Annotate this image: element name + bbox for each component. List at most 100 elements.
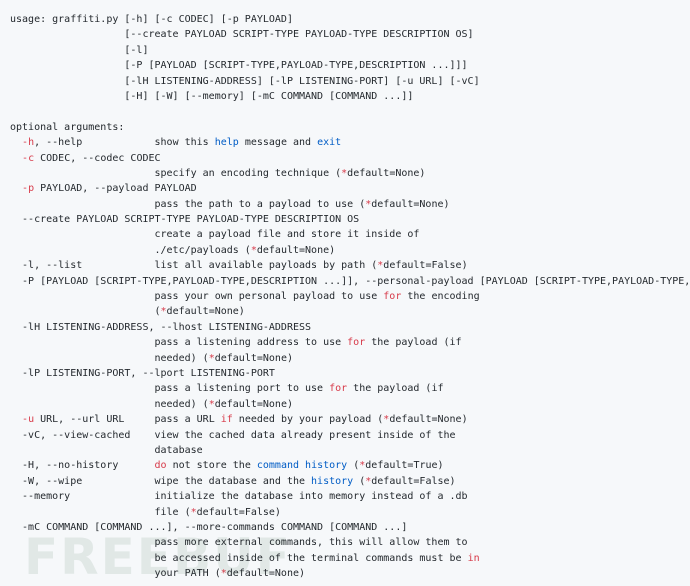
code-text: [-lH LISTENING-ADDRESS] [-lP LISTENING-P… — [10, 75, 480, 87]
keyword-token: if — [220, 414, 233, 426]
code-text: create a payload file and store it insid… — [10, 229, 420, 241]
code-text: -P [PAYLOAD [SCRIPT-TYPE,PAYLOAD-TYPE,DE… — [10, 275, 690, 287]
code-text: pass a listening address to use — [10, 337, 348, 349]
keyword-token: -p — [22, 183, 35, 195]
code-line: -p PAYLOAD, --payload PAYLOAD — [10, 181, 690, 196]
code-line: pass the path to a payload to use (*defa… — [10, 197, 690, 212]
code-line: specify an encoding technique (*default=… — [10, 166, 690, 181]
code-text: -vC, --view-cached view the cached data … — [10, 429, 456, 441]
code-text: --create PAYLOAD SCRIPT-TYPE PAYLOAD-TYP… — [10, 214, 360, 226]
code-line: pass more external commands, this will a… — [10, 535, 690, 550]
code-text: your PATH ( — [10, 568, 221, 580]
code-line: pass a listening port to use for the pay… — [10, 381, 690, 396]
code-text: usage: graffiti.py [-h] [-c CODEC] [-p P… — [10, 14, 293, 25]
code-line: pass a listening address to use for the … — [10, 335, 690, 350]
code-text: , --help show this — [34, 137, 215, 149]
code-line: database — [10, 443, 690, 458]
code-text: default=None) — [166, 306, 245, 318]
code-text: pass the path to a payload to use ( — [10, 198, 366, 210]
code-line: -P [PAYLOAD [SCRIPT-TYPE,PAYLOAD-TYPE,DE… — [10, 274, 690, 289]
code-text: ./etc/payloads ( — [10, 244, 251, 256]
code-line: -W, --wipe wipe the database and the his… — [10, 474, 690, 489]
code-text: be accessed inside of the terminal comma… — [10, 552, 468, 564]
code-text: ( — [10, 306, 161, 318]
code-line: -u URL, --url URL pass a URL if needed b… — [10, 412, 690, 427]
keyword-token: do — [154, 460, 167, 472]
keyword-token: for — [347, 337, 366, 349]
code-text: default=None) — [256, 244, 336, 256]
code-text: default=None) — [347, 167, 426, 179]
keyword-token: in — [467, 552, 480, 564]
code-text: default=None) — [371, 198, 450, 210]
code-text: --memory initialize the database into me… — [10, 491, 468, 503]
code-text: the payload (if — [347, 383, 444, 395]
keyword-token: for — [383, 291, 402, 303]
code-text: pass a listening port to use — [10, 383, 330, 395]
code-text: default=None) — [214, 398, 293, 410]
code-text: -W, --wipe wipe the database and the — [10, 475, 312, 487]
code-text: [-P [PAYLOAD [SCRIPT-TYPE,PAYLOAD-TYPE,D… — [10, 60, 468, 72]
code-text: not store the — [166, 460, 257, 472]
keyword-token: for — [329, 383, 348, 395]
code-text: -lP LISTENING-PORT, --lport LISTENING-PO… — [10, 367, 275, 379]
code-line: -c CODEC, --codec CODEC — [10, 151, 690, 166]
code-line: -lP LISTENING-PORT, --lport LISTENING-PO… — [10, 366, 690, 381]
code-text: [-H] [-W] [--memory] [-mC COMMAND [COMMA… — [10, 90, 414, 102]
code-text: default=False) — [371, 475, 456, 487]
code-line: -l, --list list all available payloads b… — [10, 258, 690, 273]
code-line: needed) (*default=None) — [10, 397, 690, 412]
code-line: [-lH LISTENING-ADDRESS] [-lP LISTENING-P… — [10, 74, 690, 89]
code-line: [-l] — [10, 43, 690, 58]
keyword-token: -h — [22, 137, 35, 149]
code-line: [-H] [-W] [--memory] [-mC COMMAND [COMMA… — [10, 89, 690, 104]
code-line: optional arguments: — [10, 120, 690, 135]
code-text: message and — [238, 137, 318, 149]
code-line: ./etc/payloads (*default=None) — [10, 243, 690, 258]
code-text: specify an encoding technique ( — [10, 167, 342, 179]
code-text: default=False) — [196, 506, 281, 518]
code-text: [--create PAYLOAD SCRIPT-TYPE PAYLOAD-TY… — [10, 29, 474, 41]
code-line: usage: graffiti.py [-h] [-c CODEC] [-p P… — [10, 12, 690, 27]
code-line: pass your own personal payload to use fo… — [10, 289, 690, 304]
keyword-token: -u — [22, 414, 35, 426]
code-text: [-l] — [10, 44, 149, 56]
code-text: default=False) — [383, 260, 468, 272]
code-text: needed) ( — [10, 398, 209, 410]
builtin-token: exit — [317, 137, 342, 149]
code-line: -h, --help show this help message and ex… — [10, 135, 690, 150]
code-text: -l, --list list all available payloads b… — [10, 260, 378, 272]
keyword-token: -c — [22, 152, 35, 164]
code-line: create a payload file and store it insid… — [10, 227, 690, 242]
code-text: the encoding — [401, 291, 480, 303]
code-line: -mC COMMAND [COMMAND ...], --more-comman… — [10, 520, 690, 535]
code-line: needed) (*default=None) — [10, 351, 690, 366]
code-line: -lH LISTENING-ADDRESS, --lhost LISTENING… — [10, 320, 690, 335]
code-line: [--create PAYLOAD SCRIPT-TYPE PAYLOAD-TY… — [10, 27, 690, 42]
code-text: default=None) — [214, 352, 293, 364]
code-line: file (*default=False) — [10, 505, 690, 520]
code-text: PAYLOAD, --payload PAYLOAD — [34, 183, 197, 195]
builtin-token: history — [305, 460, 348, 472]
code-line: (*default=None) — [10, 304, 690, 319]
code-line: -vC, --view-cached view the cached data … — [10, 428, 690, 443]
code-text: database — [10, 444, 203, 456]
code-text: default=None) — [389, 414, 468, 426]
code-line: your PATH (*default=None) — [10, 566, 690, 581]
code-text: pass your own personal payload to use — [10, 291, 384, 303]
code-text: URL, --url URL pass a URL — [34, 414, 221, 426]
code-line: --memory initialize the database into me… — [10, 489, 690, 504]
code-text: pass more external commands, this will a… — [10, 537, 468, 549]
code-text: needed by your payload ( — [232, 414, 384, 426]
code-line: -H, --no-history do not store the comman… — [10, 458, 690, 473]
builtin-token: history — [311, 475, 354, 487]
code-block: usage: graffiti.py [-h] [-c CODEC] [-p P… — [10, 12, 690, 581]
code-text: file ( — [10, 506, 191, 518]
code-text: ( — [353, 475, 366, 487]
code-text: CODEC, --codec CODEC — [34, 152, 161, 164]
code-text: default=None) — [226, 568, 306, 580]
code-text: optional arguments: — [10, 121, 125, 133]
